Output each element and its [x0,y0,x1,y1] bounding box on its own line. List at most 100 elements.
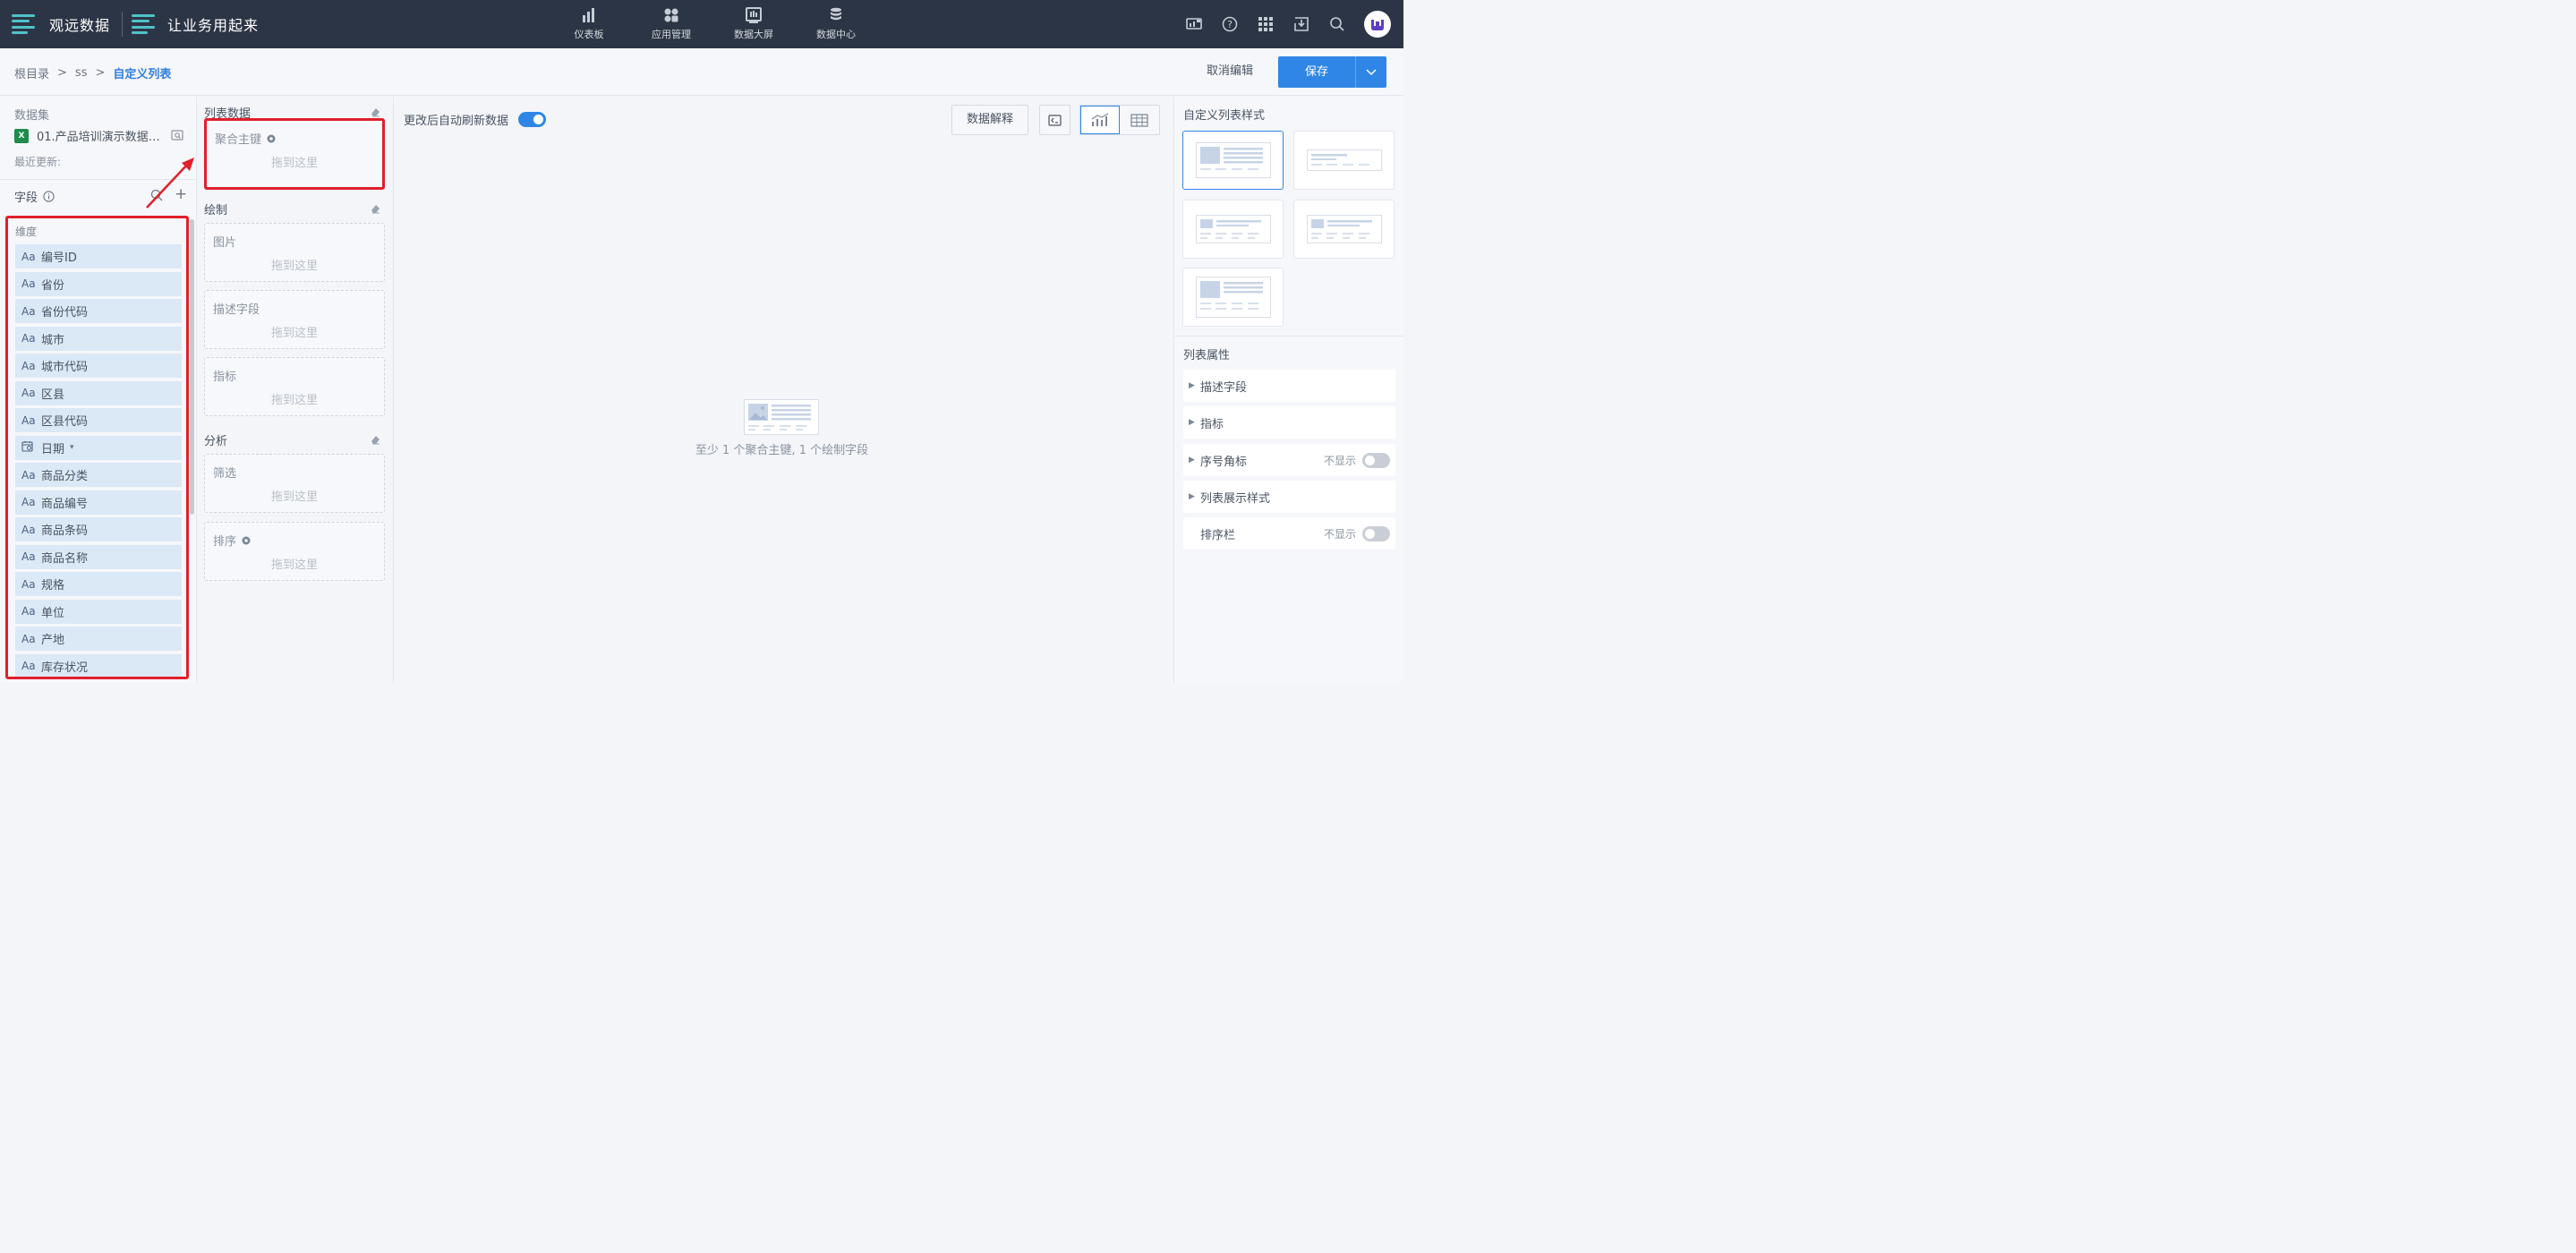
dropzone-title: 聚合主键 [215,130,277,147]
eraser-icon[interactable] [370,203,380,214]
description-dropzone[interactable]: 描述字段 拖到这里 [204,290,385,349]
aggregate-key-dropzone[interactable]: 聚合主键 拖到这里 [204,118,385,190]
breadcrumb-folder[interactable]: ss [75,66,88,80]
data-explain-button[interactable]: 数据解释 [951,105,1028,135]
table-view-icon [1130,113,1148,127]
search-icon[interactable] [1319,6,1355,42]
image-dropzone[interactable]: 图片 拖到这里 [204,223,385,282]
field-item[interactable]: Aa 城市代码 [15,354,182,378]
metric-dropzone[interactable]: 指标 拖到这里 [204,357,385,416]
drop-hint: 拖到这里 [270,490,318,504]
field-item[interactable]: Aa 库存状况 [15,653,182,677]
index-badge-toggle[interactable] [1362,453,1390,468]
divider [0,179,196,180]
guandata-logo-icon [12,12,37,37]
field-item[interactable]: Aa 省份 [15,271,182,296]
code-view-button[interactable] [1039,105,1070,135]
prop-metric[interactable]: ▶ 指标 [1183,406,1395,439]
apps-icon [664,8,678,22]
text-type-icon: Aa [21,413,36,427]
view-mode-toggle [1079,105,1160,135]
description-slot-label: 描述字段 [213,303,260,317]
brand[interactable]: 观远数据 让业务用起来 [0,0,259,48]
field-item[interactable]: Aa 商品名称 [15,544,182,569]
field-item[interactable]: Aa 编号ID [15,244,182,268]
add-field-icon[interactable]: + [175,187,187,202]
user-avatar-icon [1371,20,1384,30]
eraser-icon[interactable] [370,434,380,445]
nav-dashboard[interactable]: 仪表板 [548,0,630,48]
eraser-icon[interactable] [370,107,380,117]
cancel-edit-button[interactable]: 取消编辑 [1190,57,1269,86]
list-style-option-5[interactable] [1182,268,1284,327]
list-style-heading: 自定义列表样式 [1183,109,1266,123]
empty-list-placeholder-icon [744,399,819,435]
field-name: 编号ID [41,251,77,265]
field-name: 日期 [41,442,65,456]
save-button[interactable]: 保存 [1278,56,1356,88]
filter-dropzone[interactable]: 筛选 拖到这里 [204,454,385,513]
draw-heading: 绘制 [204,204,228,217]
grid-icon[interactable] [1248,6,1284,42]
sort-dropzone[interactable]: 排序 拖到这里 [204,522,385,581]
text-type-icon: Aa [21,277,36,290]
dimension-label: 维度 [15,226,38,238]
field-item[interactable]: Aa 单位 [15,599,182,624]
text-type-icon: Aa [21,660,36,672]
field-item[interactable]: Aa 区县代码 [15,408,182,432]
nav-app-management[interactable]: 应用管理 [630,0,712,48]
list-style-option-2[interactable] [1293,131,1395,190]
sort-bar-toggle[interactable] [1362,526,1390,541]
chart-view-button[interactable] [1080,106,1121,134]
text-type-icon: Aa [21,468,36,482]
nav-data-center-label: 数据中心 [816,29,856,40]
text-type-icon: Aa [21,577,36,591]
monitor-icon[interactable] [1176,6,1212,42]
field-item[interactable]: Aa 城市 [15,326,182,351]
brand-name: 观远数据 [49,17,111,34]
prop-list-display-style[interactable]: ▶ 列表展示样式 [1183,481,1395,513]
field-name: 商品名称 [41,551,89,566]
prop-value: 不显示 [1323,527,1356,541]
field-item[interactable]: Aa 省份代码 [15,299,182,323]
list-style-option-3[interactable] [1182,200,1284,259]
field-item[interactable]: Aa 商品条码 [15,517,182,541]
field-search-icon[interactable] [150,189,163,201]
chevron-down-icon[interactable]: ▾ [70,443,74,452]
table-view-button[interactable] [1120,106,1159,134]
auto-refresh-toggle[interactable] [518,112,547,127]
dataset-preview-icon[interactable] [171,130,183,141]
info-icon[interactable] [43,191,55,202]
field-item[interactable]: Aa 商品分类 [15,463,182,487]
settings-icon[interactable] [241,535,252,546]
nav-data-center[interactable]: 数据中心 [795,0,877,48]
settings-icon[interactable] [266,133,277,144]
nav-data-screen[interactable]: 数据大屏 [712,0,795,48]
calendar-icon [21,440,41,455]
image-slot-label: 图片 [213,236,237,250]
prop-index-badge[interactable]: ▶ 序号角标 不显示 [1183,444,1395,476]
dataset-name[interactable]: 01.产品培训演示数据（勿删） [37,127,164,144]
field-item[interactable]: Aa 产地 [15,626,182,651]
list-style-option-1[interactable] [1182,131,1284,190]
help-icon[interactable]: ? [1212,6,1248,42]
field-name: 城市代码 [41,361,89,374]
field-list-scrollbar[interactable] [190,219,194,515]
field-item[interactable]: Aa 规格 [15,572,182,596]
text-type-icon: Aa [21,632,36,645]
prop-description-field[interactable]: ▶ 描述字段 [1183,370,1395,402]
inbox-icon[interactable] [1284,6,1319,42]
field-name: 省份代码 [41,306,89,320]
text-type-icon: Aa [21,332,36,345]
field-item[interactable]: Aa 商品编号 [15,490,182,515]
field-item[interactable]: Aa 区县 [15,380,182,405]
save-dropdown-button[interactable] [1356,56,1386,88]
field-item-date[interactable]: 日期 ▾ [15,435,182,460]
list-style-option-4[interactable] [1293,200,1395,259]
dataset-field-panel: 数据集 X 01.产品培训演示数据（勿删） 最近更新: 字段 + 维度 Aa 编号… [0,97,197,683]
breadcrumb-root[interactable]: 根目录 [14,64,49,81]
list-properties-heading: 列表属性 [1183,349,1231,362]
auto-refresh-label: 更改后自动刷新数据 [404,115,509,128]
avatar[interactable] [1364,11,1391,38]
svg-text:?: ? [1227,19,1233,30]
